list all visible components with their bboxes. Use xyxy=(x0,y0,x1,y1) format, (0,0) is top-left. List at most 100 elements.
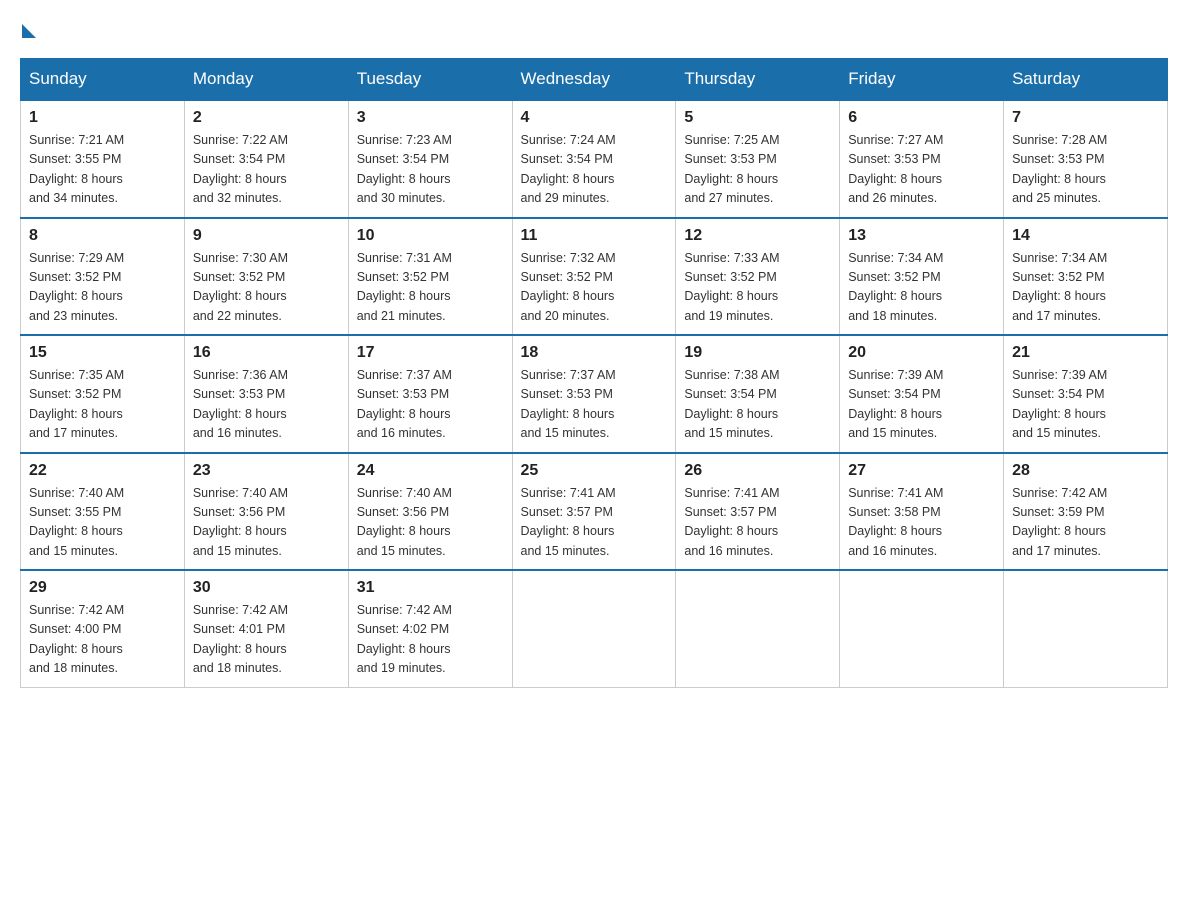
calendar-cell: 30 Sunrise: 7:42 AMSunset: 4:01 PMDaylig… xyxy=(184,570,348,687)
day-info: Sunrise: 7:36 AMSunset: 3:53 PMDaylight:… xyxy=(193,366,340,444)
calendar-week-row: 1 Sunrise: 7:21 AMSunset: 3:55 PMDayligh… xyxy=(21,100,1168,218)
day-number: 23 xyxy=(193,462,340,480)
day-number: 21 xyxy=(1012,344,1159,362)
day-info: Sunrise: 7:38 AMSunset: 3:54 PMDaylight:… xyxy=(684,366,831,444)
day-number: 13 xyxy=(848,227,995,245)
logo xyxy=(20,20,36,38)
calendar-cell: 26 Sunrise: 7:41 AMSunset: 3:57 PMDaylig… xyxy=(676,453,840,571)
day-info: Sunrise: 7:31 AMSunset: 3:52 PMDaylight:… xyxy=(357,249,504,327)
day-number: 10 xyxy=(357,227,504,245)
day-info: Sunrise: 7:23 AMSunset: 3:54 PMDaylight:… xyxy=(357,131,504,209)
day-number: 22 xyxy=(29,462,176,480)
weekday-header-monday: Monday xyxy=(184,59,348,101)
day-number: 11 xyxy=(521,227,668,245)
calendar-cell: 5 Sunrise: 7:25 AMSunset: 3:53 PMDayligh… xyxy=(676,100,840,218)
calendar-cell xyxy=(840,570,1004,687)
weekday-header-thursday: Thursday xyxy=(676,59,840,101)
calendar-week-row: 29 Sunrise: 7:42 AMSunset: 4:00 PMDaylig… xyxy=(21,570,1168,687)
day-info: Sunrise: 7:41 AMSunset: 3:57 PMDaylight:… xyxy=(684,484,831,562)
day-info: Sunrise: 7:33 AMSunset: 3:52 PMDaylight:… xyxy=(684,249,831,327)
calendar-cell: 10 Sunrise: 7:31 AMSunset: 3:52 PMDaylig… xyxy=(348,218,512,336)
day-number: 16 xyxy=(193,344,340,362)
day-info: Sunrise: 7:41 AMSunset: 3:58 PMDaylight:… xyxy=(848,484,995,562)
weekday-header-row: SundayMondayTuesdayWednesdayThursdayFrid… xyxy=(21,59,1168,101)
calendar-cell: 13 Sunrise: 7:34 AMSunset: 3:52 PMDaylig… xyxy=(840,218,1004,336)
calendar-cell: 28 Sunrise: 7:42 AMSunset: 3:59 PMDaylig… xyxy=(1004,453,1168,571)
calendar-cell: 23 Sunrise: 7:40 AMSunset: 3:56 PMDaylig… xyxy=(184,453,348,571)
day-number: 2 xyxy=(193,109,340,127)
day-info: Sunrise: 7:34 AMSunset: 3:52 PMDaylight:… xyxy=(848,249,995,327)
day-number: 18 xyxy=(521,344,668,362)
day-number: 27 xyxy=(848,462,995,480)
calendar-cell: 15 Sunrise: 7:35 AMSunset: 3:52 PMDaylig… xyxy=(21,335,185,453)
calendar-table: SundayMondayTuesdayWednesdayThursdayFrid… xyxy=(20,58,1168,688)
calendar-cell: 24 Sunrise: 7:40 AMSunset: 3:56 PMDaylig… xyxy=(348,453,512,571)
calendar-cell: 25 Sunrise: 7:41 AMSunset: 3:57 PMDaylig… xyxy=(512,453,676,571)
calendar-cell xyxy=(676,570,840,687)
day-number: 15 xyxy=(29,344,176,362)
calendar-cell: 21 Sunrise: 7:39 AMSunset: 3:54 PMDaylig… xyxy=(1004,335,1168,453)
calendar-cell: 11 Sunrise: 7:32 AMSunset: 3:52 PMDaylig… xyxy=(512,218,676,336)
calendar-cell: 14 Sunrise: 7:34 AMSunset: 3:52 PMDaylig… xyxy=(1004,218,1168,336)
day-number: 25 xyxy=(521,462,668,480)
day-number: 12 xyxy=(684,227,831,245)
day-info: Sunrise: 7:39 AMSunset: 3:54 PMDaylight:… xyxy=(848,366,995,444)
day-number: 31 xyxy=(357,579,504,597)
calendar-cell: 29 Sunrise: 7:42 AMSunset: 4:00 PMDaylig… xyxy=(21,570,185,687)
day-info: Sunrise: 7:32 AMSunset: 3:52 PMDaylight:… xyxy=(521,249,668,327)
day-number: 26 xyxy=(684,462,831,480)
calendar-cell: 17 Sunrise: 7:37 AMSunset: 3:53 PMDaylig… xyxy=(348,335,512,453)
calendar-week-row: 22 Sunrise: 7:40 AMSunset: 3:55 PMDaylig… xyxy=(21,453,1168,571)
day-info: Sunrise: 7:22 AMSunset: 3:54 PMDaylight:… xyxy=(193,131,340,209)
day-info: Sunrise: 7:29 AMSunset: 3:52 PMDaylight:… xyxy=(29,249,176,327)
day-number: 6 xyxy=(848,109,995,127)
day-info: Sunrise: 7:30 AMSunset: 3:52 PMDaylight:… xyxy=(193,249,340,327)
day-info: Sunrise: 7:34 AMSunset: 3:52 PMDaylight:… xyxy=(1012,249,1159,327)
day-number: 28 xyxy=(1012,462,1159,480)
day-info: Sunrise: 7:25 AMSunset: 3:53 PMDaylight:… xyxy=(684,131,831,209)
calendar-week-row: 8 Sunrise: 7:29 AMSunset: 3:52 PMDayligh… xyxy=(21,218,1168,336)
day-info: Sunrise: 7:27 AMSunset: 3:53 PMDaylight:… xyxy=(848,131,995,209)
day-number: 5 xyxy=(684,109,831,127)
calendar-cell xyxy=(512,570,676,687)
weekday-header-wednesday: Wednesday xyxy=(512,59,676,101)
calendar-cell: 18 Sunrise: 7:37 AMSunset: 3:53 PMDaylig… xyxy=(512,335,676,453)
weekday-header-saturday: Saturday xyxy=(1004,59,1168,101)
day-info: Sunrise: 7:21 AMSunset: 3:55 PMDaylight:… xyxy=(29,131,176,209)
calendar-cell: 2 Sunrise: 7:22 AMSunset: 3:54 PMDayligh… xyxy=(184,100,348,218)
day-info: Sunrise: 7:42 AMSunset: 4:01 PMDaylight:… xyxy=(193,601,340,679)
day-number: 24 xyxy=(357,462,504,480)
calendar-cell: 19 Sunrise: 7:38 AMSunset: 3:54 PMDaylig… xyxy=(676,335,840,453)
day-info: Sunrise: 7:35 AMSunset: 3:52 PMDaylight:… xyxy=(29,366,176,444)
calendar-cell: 3 Sunrise: 7:23 AMSunset: 3:54 PMDayligh… xyxy=(348,100,512,218)
calendar-cell: 6 Sunrise: 7:27 AMSunset: 3:53 PMDayligh… xyxy=(840,100,1004,218)
day-number: 20 xyxy=(848,344,995,362)
day-number: 14 xyxy=(1012,227,1159,245)
calendar-cell: 16 Sunrise: 7:36 AMSunset: 3:53 PMDaylig… xyxy=(184,335,348,453)
calendar-cell: 27 Sunrise: 7:41 AMSunset: 3:58 PMDaylig… xyxy=(840,453,1004,571)
day-info: Sunrise: 7:28 AMSunset: 3:53 PMDaylight:… xyxy=(1012,131,1159,209)
day-number: 1 xyxy=(29,109,176,127)
day-number: 9 xyxy=(193,227,340,245)
day-number: 4 xyxy=(521,109,668,127)
day-info: Sunrise: 7:40 AMSunset: 3:56 PMDaylight:… xyxy=(357,484,504,562)
day-number: 30 xyxy=(193,579,340,597)
day-info: Sunrise: 7:24 AMSunset: 3:54 PMDaylight:… xyxy=(521,131,668,209)
weekday-header-friday: Friday xyxy=(840,59,1004,101)
weekday-header-tuesday: Tuesday xyxy=(348,59,512,101)
calendar-cell xyxy=(1004,570,1168,687)
day-number: 7 xyxy=(1012,109,1159,127)
day-info: Sunrise: 7:40 AMSunset: 3:56 PMDaylight:… xyxy=(193,484,340,562)
logo-arrow-icon xyxy=(22,24,36,38)
day-number: 3 xyxy=(357,109,504,127)
day-number: 17 xyxy=(357,344,504,362)
day-number: 29 xyxy=(29,579,176,597)
calendar-cell: 4 Sunrise: 7:24 AMSunset: 3:54 PMDayligh… xyxy=(512,100,676,218)
day-info: Sunrise: 7:37 AMSunset: 3:53 PMDaylight:… xyxy=(357,366,504,444)
calendar-cell: 1 Sunrise: 7:21 AMSunset: 3:55 PMDayligh… xyxy=(21,100,185,218)
calendar-cell: 20 Sunrise: 7:39 AMSunset: 3:54 PMDaylig… xyxy=(840,335,1004,453)
calendar-cell: 7 Sunrise: 7:28 AMSunset: 3:53 PMDayligh… xyxy=(1004,100,1168,218)
calendar-week-row: 15 Sunrise: 7:35 AMSunset: 3:52 PMDaylig… xyxy=(21,335,1168,453)
day-info: Sunrise: 7:39 AMSunset: 3:54 PMDaylight:… xyxy=(1012,366,1159,444)
day-info: Sunrise: 7:41 AMSunset: 3:57 PMDaylight:… xyxy=(521,484,668,562)
